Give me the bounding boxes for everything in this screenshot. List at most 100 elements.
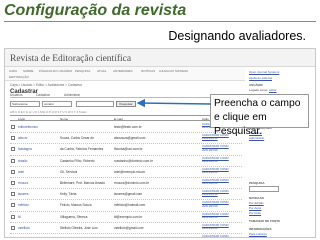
enroll-reviewer-link[interactable]: CADASTRAR COMO AVALIADOR (202, 145, 240, 151)
user-email: ttl@exemplo.com.br (114, 214, 143, 219)
nav-help[interactable]: Ajuda do sistema (159, 69, 188, 73)
slide-subtitle: Designando avaliadores. (168, 29, 306, 43)
sidebar-search-label: Pesquisa (249, 181, 265, 185)
slide-title: Configuração da revista (4, 2, 187, 19)
tab-0[interactable]: Usuários (10, 93, 23, 97)
alphabet-filter[interactable]: A B C D E F G H I J K L M N O P Q R S T … (10, 110, 86, 114)
user-name: Almeida, Diogo (60, 237, 110, 238)
enroll-reviewer-link[interactable]: CADASTRAR COMO AVALIADOR (202, 213, 240, 219)
enroll-reviewer-link[interactable]: CADASTRAR COMO AVALIADOR (202, 224, 240, 230)
user-login-link[interactable]: dmiranda (18, 237, 58, 238)
column-name: Nome (60, 117, 69, 121)
row-checkbox[interactable] (11, 136, 15, 141)
user-login-link[interactable]: rbasilo (18, 159, 58, 163)
sidebar-browse-label: Navegar (249, 196, 264, 200)
sidebar-info-label: Informações (249, 227, 272, 231)
row-checkbox[interactable] (11, 169, 15, 174)
search-button[interactable]: Pesquisar (116, 101, 136, 107)
enroll-reviewer-link[interactable]: CADASTRAR COMO AVALIADOR (202, 235, 240, 237)
user-email: abcsouza@gmail.com (114, 136, 146, 141)
table-row: fcastagna da Cunha, Fabrício Fernandes ffc… (10, 144, 242, 156)
user-login-link[interactable]: vstelluto (18, 226, 58, 230)
user-name: Kelly, Tânia (60, 192, 77, 197)
user-email: tsoares@gmail.com (114, 192, 143, 197)
row-checkbox[interactable] (11, 180, 15, 185)
user-name: Souza, Carlos Cesar de (60, 136, 94, 141)
sidebar-info-readers[interactable]: Para Leitores (249, 232, 267, 236)
search-field-select[interactable]: Sobrenome (10, 101, 40, 107)
table-row: rbasilo Castanho Filho, Roberto rcastanho@… (10, 156, 242, 167)
nav-home[interactable]: Capa (9, 69, 17, 73)
instruction-callout: Preencha o campo e clique em Pesquisar. (210, 94, 309, 137)
table-row: mfelicio Felício, Marcos Souza mfelicio@ho… (10, 200, 242, 212)
row-checkbox[interactable] (11, 125, 15, 129)
breadcrumb: Capa > Usuário > Editor > Avaliadores > … (10, 83, 82, 87)
tabs-divider (10, 97, 242, 98)
enroll-reviewer-link[interactable]: CADASTRAR COMO AVALIADOR (202, 201, 240, 207)
row-checkbox[interactable] (11, 192, 15, 197)
sidebar-link-help[interactable]: Ajuda do sistema (249, 76, 272, 80)
nav-archives[interactable]: Anteriores (113, 69, 133, 73)
nav-news[interactable]: Notícias (141, 69, 155, 73)
search-match-select[interactable]: contém (42, 101, 72, 107)
table-row: ariel Gil, Serviani ariel@exemplo.edu.br CA… (10, 167, 242, 178)
user-email: rmoura@dominio.com.br (114, 180, 150, 185)
user-login-link[interactable]: editoretecnico (18, 125, 58, 129)
title-divider (4, 21, 316, 22)
tab-1[interactable]: Cadastrar (36, 93, 50, 97)
user-login-link[interactable]: tsoares (18, 192, 58, 196)
user-login-link[interactable]: ttl (18, 215, 58, 219)
row-checkbox[interactable] (11, 225, 15, 230)
sidebar-user-text: Logado como: (249, 88, 269, 92)
sidebar-browse-issue[interactable]: Por Edição (249, 201, 264, 205)
user-login-link[interactable]: fcastagna (18, 147, 58, 151)
journal-title: Revista de Editoração científica (10, 54, 132, 64)
row-checkbox[interactable] (11, 236, 15, 237)
row-checkbox[interactable] (11, 214, 15, 219)
row-checkbox[interactable] (11, 158, 15, 163)
callout-text: Preencha o campo e clique em Pesquisar. (214, 98, 301, 137)
user-name: Castanho Filho, Roberto (60, 158, 95, 163)
user-email: mfelicio@hotmail.com (114, 203, 146, 208)
sidebar-search-input[interactable] (249, 186, 279, 192)
sidebar-browse-author[interactable]: Por Autor (249, 206, 262, 210)
sidebar-browse-title[interactable]: Por título (249, 211, 261, 215)
tab-2[interactable]: Administrar (64, 93, 80, 97)
top-navigation: Capa Sobre Páginas do usuário Pesquisa A… (5, 67, 245, 81)
table-row: rmoura Bellemare, Prof. Marcos Amado rmour… (10, 178, 242, 190)
user-email: ffcunha@uol.com.br (114, 147, 143, 152)
user-email: vstelluto@gmail.com (114, 225, 144, 230)
user-table: editoretecnico teste@teste.com.br CADASTRA… (10, 122, 242, 238)
column-action: Ação (202, 117, 209, 121)
table-row: tsoares Kelly, Tânia tsoares@gmail.com CADA… (10, 189, 242, 201)
nav-current[interactable]: Atual (97, 69, 106, 73)
user-name: Villaguena, Sêneca (60, 214, 88, 219)
user-login-link[interactable]: mfelicio (18, 203, 58, 207)
user-login-link[interactable]: abcvrc (18, 136, 58, 140)
enroll-reviewer-link[interactable]: CADASTRAR COMO AVALIADOR (202, 190, 240, 196)
enroll-reviewer-link[interactable]: CADASTRAR COMO AVALIADOR (202, 179, 240, 185)
sidebar-font-label: Tamanho de fonte (249, 219, 281, 223)
nav-search[interactable]: Pesquisa (75, 69, 90, 73)
user-name: da Cunha, Fabrício Fernandes (60, 147, 104, 152)
nav-editing[interactable]: Editoração (9, 75, 29, 79)
user-login-link[interactable]: rmoura (18, 181, 58, 185)
user-name: Bellemare, Prof. Marcos Amado (60, 180, 105, 185)
sidebar-user-link[interactable]: editor (269, 88, 277, 92)
user-email: dmiranda@yahoo.com.br (114, 237, 178, 238)
user-login-link[interactable]: ariel (18, 170, 58, 174)
enroll-reviewer-link[interactable]: CADASTRAR COMO AVALIADOR (202, 168, 240, 174)
search-input[interactable] (76, 101, 114, 107)
user-email: teste@teste.com.br (114, 125, 142, 129)
user-email: rcastanho@dominio.com.br (114, 158, 154, 163)
nav-about[interactable]: Sobre (23, 69, 34, 73)
row-checkbox[interactable] (11, 147, 15, 152)
column-email: E-mail (114, 117, 123, 121)
user-email: ariel@exemplo.edu.br (114, 169, 146, 174)
user-search-form: Sobrenome contém Pesquisar (10, 101, 242, 109)
column-login: Login (18, 117, 26, 121)
enroll-reviewer-link[interactable]: CADASTRAR COMO AVALIADOR (202, 157, 240, 163)
nav-user-home[interactable]: Páginas do usuário (39, 69, 72, 73)
row-checkbox[interactable] (11, 203, 15, 208)
sidebar-link-ojs[interactable]: Open Journal Systems (249, 70, 279, 74)
